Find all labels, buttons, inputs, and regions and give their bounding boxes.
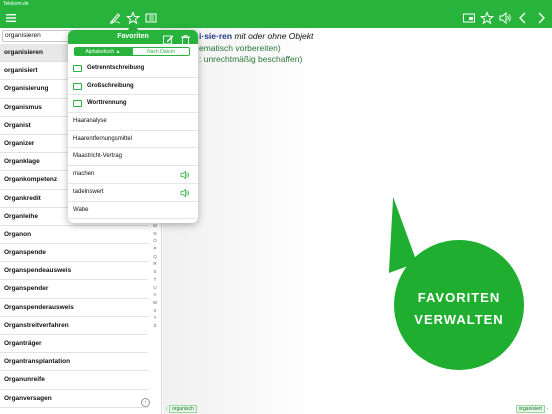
pen-icon[interactable] (107, 10, 123, 26)
manage-favorites-callout[interactable]: FAVORITEN VERWALTEN (394, 240, 524, 370)
sort-segmented-control: Alphabetisch ▲ Nach Datum (68, 44, 198, 58)
favorite-label: Wabe (73, 206, 89, 213)
sort-alphabetical-tab[interactable]: Alphabetisch ▲ (74, 47, 132, 56)
alphabet-letter[interactable]: M (150, 222, 160, 230)
word-list-item[interactable]: Organträger (0, 335, 148, 354)
top-toolbar (0, 8, 552, 28)
favorites-list: Getrenntschreibung Großschreibung Worttren… (68, 60, 198, 220)
favorite-item[interactable]: machen (68, 166, 198, 184)
callout-line2: VERWALTEN (414, 312, 504, 327)
alphabet-letter[interactable]: O (150, 237, 160, 245)
folder-icon (73, 65, 82, 72)
book-icon[interactable] (143, 10, 159, 26)
word-list-item[interactable]: Organspende (0, 244, 148, 263)
favorite-folder-item[interactable]: Großschreibung (68, 78, 198, 96)
alphabet-letter[interactable]: N (150, 230, 160, 238)
favorite-item[interactable]: Wabe (68, 202, 198, 220)
menu-icon[interactable] (3, 10, 19, 26)
favorite-label: tadelnswert (73, 188, 104, 195)
favorites-popover: Favoriten Alphabetisch ▲ Nach Datum Getr… (68, 30, 198, 223)
entry-line: : unrechtmäßig beschaffen) (199, 54, 303, 64)
favorite-folder-item[interactable]: Worttrennung (68, 95, 198, 114)
favorite-label: Haaranalyse (73, 118, 107, 125)
carrier-label: Telekom.de (3, 1, 29, 7)
folder-icon (73, 82, 82, 90)
next-entry-label: organisiert (515, 405, 545, 413)
favorite-item[interactable]: Haarentfernungsmittel (68, 131, 198, 149)
word-list-item[interactable]: Organstreitverfahren (0, 317, 148, 335)
word-list-item[interactable]: Organtransplantation (0, 353, 148, 372)
edit-icon[interactable] (163, 32, 174, 45)
favorite-label: machen (73, 171, 95, 178)
alphabet-letter[interactable]: U (150, 284, 160, 292)
word-list-item[interactable]: Organspendeausweis (0, 262, 148, 281)
favorite-label: Haarentfernungsmittel (73, 135, 133, 142)
prev-entry-label: organisch (169, 405, 197, 413)
callout-line1: FAVORITEN (417, 290, 501, 305)
alphabet-letter[interactable]: Q (150, 253, 160, 261)
word-list-item[interactable]: Organspenderausweis (0, 299, 148, 317)
alphabet-letter[interactable]: W (150, 299, 160, 307)
speaker-icon[interactable] (497, 10, 513, 26)
favorite-item[interactable]: tadelnswert (68, 184, 198, 202)
favorite-label: Großschreibung (87, 82, 134, 89)
alphabet-letter[interactable]: V (150, 291, 160, 299)
trash-icon[interactable] (180, 32, 191, 45)
word-list-item[interactable]: Organunreife (0, 371, 148, 390)
favorite-item[interactable]: Haaranalyse (68, 113, 198, 131)
favorite-label: Maastricht-Vertrag (73, 153, 123, 160)
alphabet-letter[interactable]: R (150, 260, 160, 268)
popover-arrow (128, 22, 138, 30)
sort-by-date-tab[interactable]: Nach Datum (132, 47, 190, 56)
entry-line: ematisch vorbereiten) (199, 43, 281, 53)
window-icon[interactable] (461, 10, 477, 26)
info-icon[interactable]: i (141, 398, 150, 407)
alphabet-letter[interactable]: T (150, 276, 160, 284)
speaker-icon[interactable] (180, 188, 190, 198)
alphabet-index[interactable]: MNOPQRSTUVWXYZ (150, 222, 160, 330)
popover-header: Favoriten (68, 30, 198, 45)
popover-title: Favoriten (117, 33, 149, 40)
alphabet-letter[interactable]: P (150, 245, 160, 253)
search-input[interactable]: organisieren (2, 30, 78, 42)
word-list-item[interactable]: Organversagen (0, 390, 148, 408)
entry-headword: i·sie·ren (199, 31, 233, 41)
word-list-item[interactable]: Organon (0, 226, 148, 245)
status-bar: Telekom.de (0, 0, 552, 8)
alphabet-letter[interactable]: Y (150, 314, 160, 322)
alphabet-letter[interactable]: X (150, 307, 160, 315)
forward-icon[interactable] (533, 10, 549, 26)
word-list-item[interactable]: Organspender (0, 280, 148, 299)
entry-grammar: mit oder ohne Objekt (232, 31, 314, 41)
entry-headline: i·sie·ren mit oder ohne Objekt (199, 31, 313, 41)
next-entry-link[interactable]: organisiert › (515, 405, 548, 413)
favorite-folder-item[interactable]: Getrenntschreibung (68, 60, 198, 78)
star-icon[interactable] (479, 10, 495, 26)
back-icon[interactable] (515, 10, 531, 26)
folder-icon (73, 100, 82, 108)
favorite-label: Worttrennung (87, 100, 127, 107)
favorite-item[interactable]: Maastricht-Vertrag (68, 148, 198, 167)
alphabet-letter[interactable]: S (150, 268, 160, 276)
speaker-icon[interactable] (180, 170, 190, 180)
alphabet-letter[interactable]: Z (150, 322, 160, 330)
favorite-label: Getrenntschreibung (87, 65, 145, 71)
prev-entry-link[interactable]: ‹ organisch (166, 405, 197, 413)
